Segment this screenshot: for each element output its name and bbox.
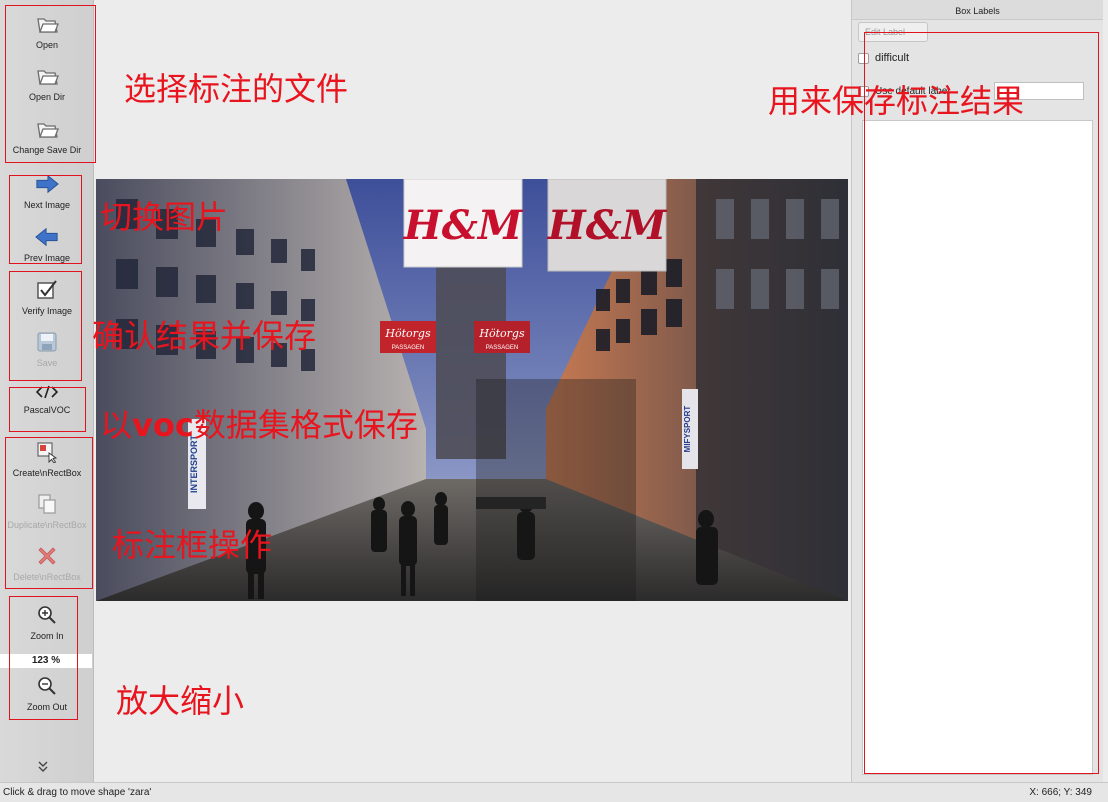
annotation-frame-switch: [9, 175, 82, 264]
annotation-frame-box-ops: [5, 437, 93, 589]
annotation-frame-format: [9, 387, 86, 432]
annotation-text-box-ops: 标注框操作: [112, 526, 273, 564]
annotation-text-switch: 切换图片: [100, 198, 229, 236]
toolbar-overflow-icon[interactable]: [38, 761, 48, 776]
annotation-frame-files: [5, 5, 96, 163]
hotorgs-sign-left: Hötorgs: [384, 327, 431, 340]
annotation-text-voc: 以voc数据集格式保存: [100, 400, 418, 446]
status-message: Click & drag to move shape 'zara': [3, 787, 152, 798]
annotation-text-files: 选择标注的文件: [124, 70, 349, 108]
cursor-coordinates: X: 666; Y: 349: [1029, 787, 1092, 798]
hm-sign-left: H&M: [403, 202, 524, 249]
hotorgs-sign-left-sub: PASSAGEN: [392, 345, 425, 351]
annotation-text-zoom: 放大缩小: [116, 682, 245, 720]
status-bar: Click & drag to move shape 'zara' X: 666…: [0, 782, 1108, 802]
hm-sign-right: H&M: [547, 202, 668, 249]
hotorgs-sign-right: Hötorgs: [478, 327, 525, 340]
annotation-frame-labels: [864, 32, 1099, 774]
annotation-text-voc-suffix: 数据集格式保存: [193, 406, 418, 444]
annotation-frame-zoom: [9, 596, 78, 720]
annotation-text-voc-prefix: 以: [100, 406, 133, 444]
sport-sign-right: MIFYSPORT: [683, 406, 692, 453]
annotation-text-confirm: 确认结果并保存: [92, 317, 317, 355]
annotation-frame-verify: [9, 271, 82, 381]
annotation-text-voc-bold: voc: [132, 406, 194, 444]
hotorgs-sign-right-sub: PASSAGEN: [486, 345, 519, 351]
panel-title: Box Labels: [852, 0, 1103, 20]
annotation-text-result: 用来保存标注结果: [768, 82, 1025, 120]
